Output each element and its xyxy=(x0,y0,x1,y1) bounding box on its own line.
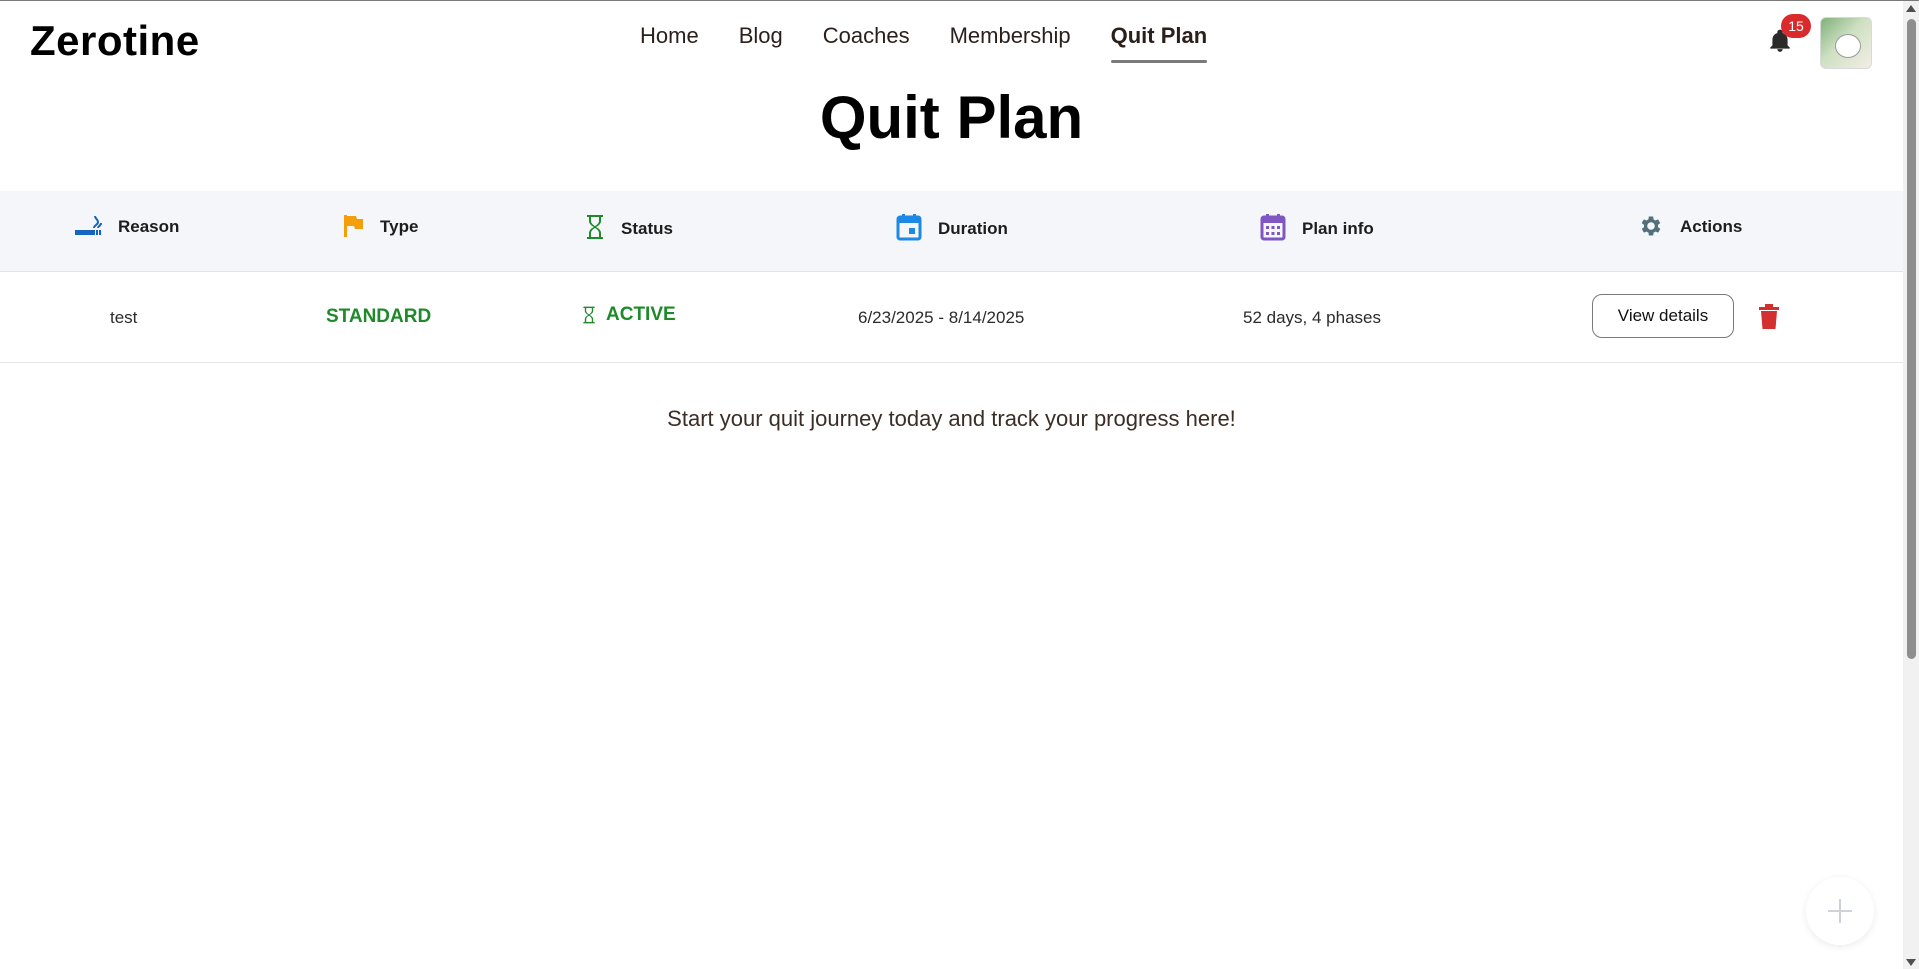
header-duration: Duration xyxy=(896,213,1008,241)
header-label: Status xyxy=(621,219,673,238)
header-label: Actions xyxy=(1680,217,1743,236)
header-label: Reason xyxy=(118,217,180,236)
nav-home[interactable]: Home xyxy=(640,23,699,63)
cell-reason: test xyxy=(110,308,138,327)
header-type: Type xyxy=(342,213,418,239)
table-row: test STANDARD ACTIVE 6/23/2025 - 8/14/20… xyxy=(0,272,1903,363)
scroll-up-arrow-icon[interactable] xyxy=(1906,5,1916,12)
avatar-face-icon xyxy=(1835,34,1861,58)
flag-icon xyxy=(344,215,363,237)
view-details-button[interactable]: View details xyxy=(1592,294,1734,338)
page: Zerotine Home Blog Coaches Membership Qu… xyxy=(0,0,1919,969)
gear-icon xyxy=(1641,216,1661,236)
hourglass-icon xyxy=(587,215,603,239)
notification-badge: 15 xyxy=(1781,14,1811,38)
header-label: Duration xyxy=(938,219,1008,238)
cell-duration: 6/23/2025 - 8/14/2025 xyxy=(858,308,1025,327)
header-status: Status xyxy=(585,213,673,241)
hourglass-icon xyxy=(583,306,595,324)
smoking-icon xyxy=(75,215,102,235)
scroll-thumb[interactable] xyxy=(1907,19,1916,659)
nav-membership[interactable]: Membership xyxy=(950,23,1071,63)
header-actions: Actions xyxy=(1638,213,1742,239)
vertical-scrollbar[interactable] xyxy=(1903,1,1919,969)
nav-blog[interactable]: Blog xyxy=(739,23,783,63)
header-plan-info: Plan info xyxy=(1260,213,1374,241)
cell-status: ACTIVE xyxy=(582,304,676,326)
empty-state-message: Start your quit journey today and track … xyxy=(667,406,1236,431)
cell-plan-info: 52 days, 4 phases xyxy=(1243,308,1381,327)
header-label: Plan info xyxy=(1302,219,1374,238)
header-reason: Reason xyxy=(74,213,179,239)
table-header: Reason Type Status Duration Plan info Ac… xyxy=(0,191,1903,272)
main-nav: Home Blog Coaches Membership Quit Plan xyxy=(640,23,1207,63)
nav-quit-plan[interactable]: Quit Plan xyxy=(1110,23,1207,63)
cell-type: STANDARD xyxy=(326,306,432,327)
page-title: Quit Plan xyxy=(819,84,1084,151)
nav-coaches[interactable]: Coaches xyxy=(823,23,910,63)
avatar[interactable] xyxy=(1820,17,1872,69)
delete-icon[interactable] xyxy=(1758,304,1780,330)
brand-logo[interactable]: Zerotine xyxy=(30,17,200,65)
status-label: ACTIVE xyxy=(606,304,676,325)
calendar-grid-icon xyxy=(1260,214,1286,241)
add-fab-button[interactable] xyxy=(1806,877,1874,945)
header-label: Type xyxy=(380,217,419,236)
calendar-icon xyxy=(896,214,922,241)
scroll-down-arrow-icon[interactable] xyxy=(1906,959,1916,966)
plus-icon xyxy=(1828,899,1852,923)
